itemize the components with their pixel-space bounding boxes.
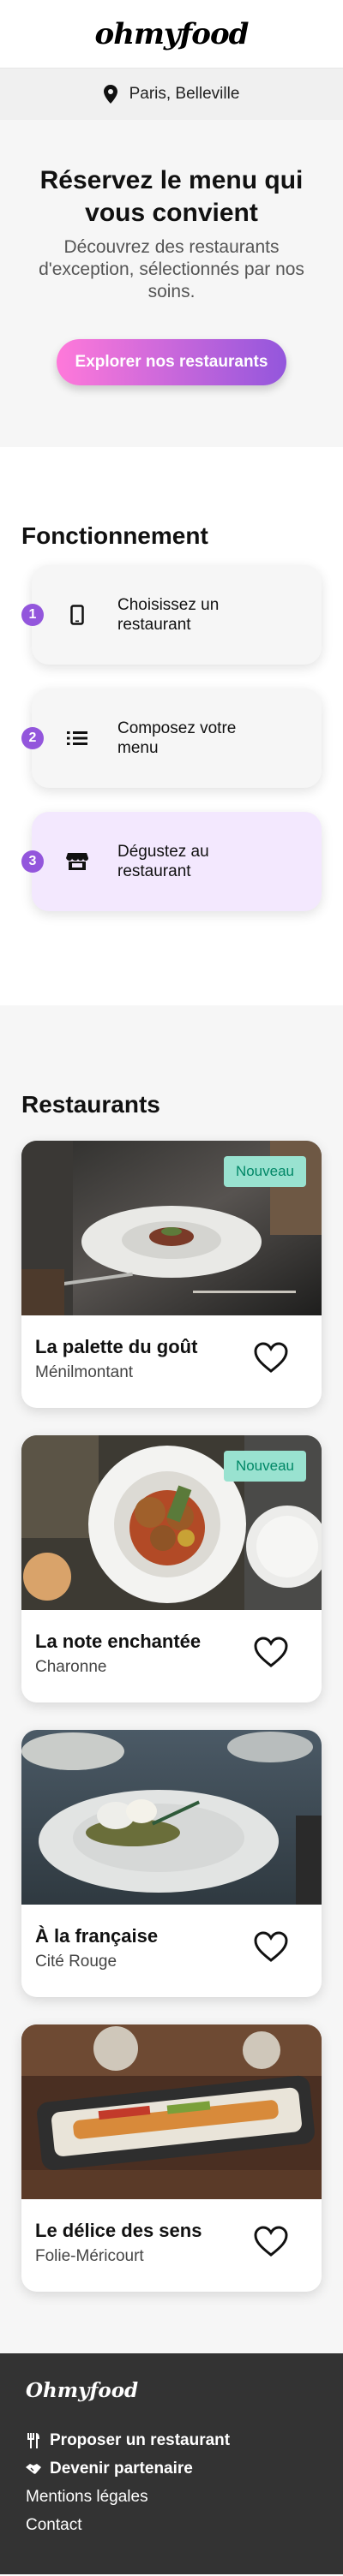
footer-link-label: Mentions légales bbox=[26, 2487, 148, 2506]
location-bar: Paris, Belleville bbox=[0, 69, 343, 120]
footer-link-legal[interactable]: Mentions légales bbox=[26, 2483, 317, 2511]
location-text: Paris, Belleville bbox=[129, 85, 240, 103]
site-logo[interactable]: ohmyfood bbox=[95, 17, 250, 51]
step-number: 2 bbox=[21, 727, 44, 749]
step-label: Choisissez un restaurant bbox=[117, 596, 220, 634]
restaurant-photo: Nouveau bbox=[21, 1435, 322, 1610]
heart-icon[interactable] bbox=[253, 2225, 289, 2257]
step-item: 1 Choisissez un restaurant bbox=[21, 565, 322, 665]
map-pin-icon bbox=[103, 85, 117, 104]
new-badge: Nouveau bbox=[223, 1156, 306, 1187]
footer-logo[interactable]: Ohmyfood bbox=[26, 2379, 317, 2402]
hero-section: Réservez le menu qui vous convient Décou… bbox=[0, 120, 343, 447]
restaurant-card[interactable]: Le délice des sens Folie-Méricourt bbox=[21, 2024, 322, 2292]
restaurant-card[interactable]: Nouveau La note enchantée Charonne bbox=[21, 1435, 322, 1702]
step-card: Dégustez au restaurant bbox=[32, 812, 322, 911]
footer-link-label: Contact bbox=[26, 2515, 82, 2534]
site-header: ohmyfood bbox=[0, 0, 343, 69]
utensils-icon bbox=[26, 2432, 41, 2448]
step-label: Dégustez au restaurant bbox=[117, 843, 209, 880]
step-item: 2 Composez votre menu bbox=[21, 689, 322, 788]
store-icon bbox=[66, 852, 88, 871]
heart-icon[interactable] bbox=[253, 1636, 289, 1668]
step-number: 3 bbox=[21, 850, 44, 873]
restaurants-title: Restaurants bbox=[21, 1091, 160, 1118]
restaurant-info: Le délice des sens Folie-Méricourt bbox=[21, 2199, 322, 2292]
hero-subtitle: Découvrez des restaurants d'exception, s… bbox=[39, 237, 304, 301]
list-icon bbox=[66, 730, 88, 747]
footer-link-propose-restaurant[interactable]: Proposer un restaurant bbox=[26, 2426, 317, 2454]
hero-title: Réservez le menu qui vous convient bbox=[39, 166, 304, 227]
footer-link-become-partner[interactable]: Devenir partenaire bbox=[26, 2454, 317, 2483]
explore-restaurants-button[interactable]: Explorer nos restaurants bbox=[57, 339, 286, 385]
step-item: 3 Dégustez au restaurant bbox=[21, 812, 322, 911]
how-it-works-title: Fonctionnement bbox=[21, 522, 208, 549]
footer-link-label: Proposer un restaurant bbox=[50, 2430, 231, 2449]
handshake-icon bbox=[26, 2463, 41, 2475]
restaurant-info: La palette du goût Ménilmontant bbox=[21, 1315, 322, 1408]
footer-link-contact[interactable]: Contact bbox=[26, 2511, 317, 2539]
footer-link-label: Devenir partenaire bbox=[50, 2459, 193, 2478]
restaurant-photo: Nouveau bbox=[21, 1141, 322, 1315]
restaurant-photo bbox=[21, 2024, 322, 2199]
step-card: Choisissez un restaurant bbox=[32, 565, 322, 665]
step-card: Composez votre menu bbox=[32, 689, 322, 788]
steps-list: 1 Choisissez un restaurant 2 Composez vo… bbox=[21, 565, 322, 911]
step-label: Composez votre menu bbox=[117, 719, 237, 757]
footer-links: Proposer un restaurant Devenir partenair… bbox=[26, 2426, 317, 2539]
heart-icon[interactable] bbox=[253, 1930, 289, 1963]
restaurant-photo bbox=[21, 1730, 322, 1905]
how-it-works-section: Fonctionnement 1 Choisissez un restauran… bbox=[0, 447, 343, 1005]
restaurants-section: Restaurants Nouveau La palette du goût M… bbox=[0, 1005, 343, 2353]
restaurant-card[interactable]: À la française Cité Rouge bbox=[21, 1730, 322, 1997]
restaurant-card[interactable]: Nouveau La palette du goût Ménilmontant bbox=[21, 1141, 322, 1408]
new-badge: Nouveau bbox=[223, 1451, 306, 1482]
restaurant-info: La note enchantée Charonne bbox=[21, 1610, 322, 1702]
heart-icon[interactable] bbox=[253, 1341, 289, 1374]
smartphone-icon bbox=[66, 605, 88, 625]
step-number: 1 bbox=[21, 604, 44, 626]
restaurant-info: À la française Cité Rouge bbox=[21, 1905, 322, 1997]
site-footer: Ohmyfood Proposer un restaurant Devenir … bbox=[0, 2353, 343, 2574]
